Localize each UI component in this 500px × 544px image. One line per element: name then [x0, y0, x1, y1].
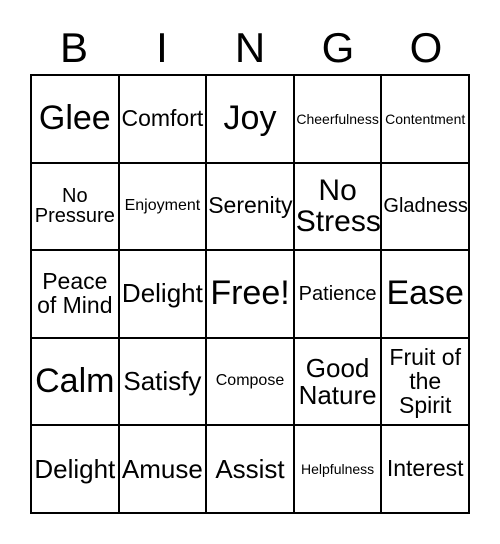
- bingo-card: B I N G O Glee Comfort Joy Cheerfulness Contentm…: [0, 0, 500, 544]
- bingo-cell-label: Free!: [210, 274, 290, 313]
- bingo-cell-label: Ease: [386, 274, 464, 313]
- bingo-cell-label: Compose: [215, 372, 285, 390]
- bingo-cell[interactable]: Helpfulness: [294, 426, 383, 514]
- bingo-cell-label: Contentment: [385, 110, 466, 127]
- bingo-cell-label: Amuse: [121, 453, 203, 484]
- bingo-cell-label: Delight: [34, 453, 116, 484]
- bingo-cell-label: Enjoyment: [124, 197, 201, 215]
- bingo-cell[interactable]: Glee: [32, 76, 120, 164]
- bingo-header-letter-o: O: [409, 24, 443, 71]
- bingo-cell-label: Good Nature: [298, 352, 377, 410]
- bingo-cell[interactable]: Ease: [382, 251, 470, 339]
- bingo-cell-label: Delight: [121, 278, 203, 309]
- bingo-cell[interactable]: Good Nature: [294, 338, 383, 427]
- bingo-grid: Glee Comfort Joy Cheerfulness Contentment No …: [30, 74, 470, 514]
- bingo-cell-label: Assist: [215, 453, 285, 484]
- bingo-cell-label: Serenity: [208, 192, 293, 219]
- bingo-cell-label: Gladness: [383, 194, 468, 217]
- bingo-header-letter-b: B: [59, 24, 88, 71]
- bingo-cell[interactable]: Serenity: [207, 163, 295, 252]
- bingo-cell[interactable]: Assist: [207, 426, 295, 514]
- bingo-cell[interactable]: Contentment: [382, 76, 470, 164]
- bingo-cell[interactable]: Delight: [32, 426, 120, 514]
- bingo-cell[interactable]: No Stress: [294, 163, 383, 252]
- bingo-cell[interactable]: Amuse: [119, 426, 208, 514]
- bingo-cell-label: Peace of Mind: [37, 268, 113, 318]
- bingo-cell[interactable]: Comfort: [119, 76, 208, 164]
- bingo-cell[interactable]: Delight: [119, 251, 208, 339]
- bingo-cell-label: Calm: [35, 361, 115, 400]
- bingo-cell-label: Helpfulness: [301, 460, 375, 477]
- bingo-header-letter-i: I: [156, 24, 168, 71]
- bingo-cell-label: Fruit of the Spirit: [389, 343, 461, 418]
- bingo-cell[interactable]: Cheerfulness: [294, 76, 383, 164]
- bingo-cell[interactable]: Free!: [207, 251, 295, 339]
- bingo-cell-label: Satisfy: [123, 366, 202, 397]
- bingo-header-letter-n: N: [234, 24, 266, 71]
- bingo-cell[interactable]: Calm: [32, 338, 120, 427]
- bingo-cell[interactable]: Satisfy: [119, 338, 208, 427]
- bingo-cell[interactable]: Compose: [207, 338, 295, 427]
- bingo-cell-label: Interest: [386, 455, 464, 482]
- bingo-header-row: BINGO: [30, 22, 470, 74]
- bingo-cell[interactable]: Enjoyment: [119, 163, 208, 252]
- bingo-cell[interactable]: No Pressure: [32, 163, 120, 252]
- bingo-cell-label: No Pressure: [34, 184, 115, 228]
- bingo-cell[interactable]: Gladness: [382, 163, 470, 252]
- bingo-cell[interactable]: Fruit of the Spirit: [382, 338, 470, 427]
- bingo-header-letter-g: G: [321, 24, 355, 71]
- bingo-cell-label: Comfort: [121, 104, 204, 131]
- bingo-cell[interactable]: Interest: [382, 426, 470, 514]
- bingo-cell-label: Glee: [38, 99, 111, 138]
- bingo-cell-label: No Stress: [295, 174, 381, 239]
- bingo-cell[interactable]: Patience: [294, 251, 383, 339]
- bingo-cell[interactable]: Peace of Mind: [32, 251, 120, 339]
- bingo-cell-label: Patience: [298, 282, 377, 305]
- bingo-cell[interactable]: Joy: [207, 76, 295, 164]
- bingo-cell-label: Joy: [223, 99, 277, 138]
- bingo-cell-label: Cheerfulness: [296, 110, 379, 127]
